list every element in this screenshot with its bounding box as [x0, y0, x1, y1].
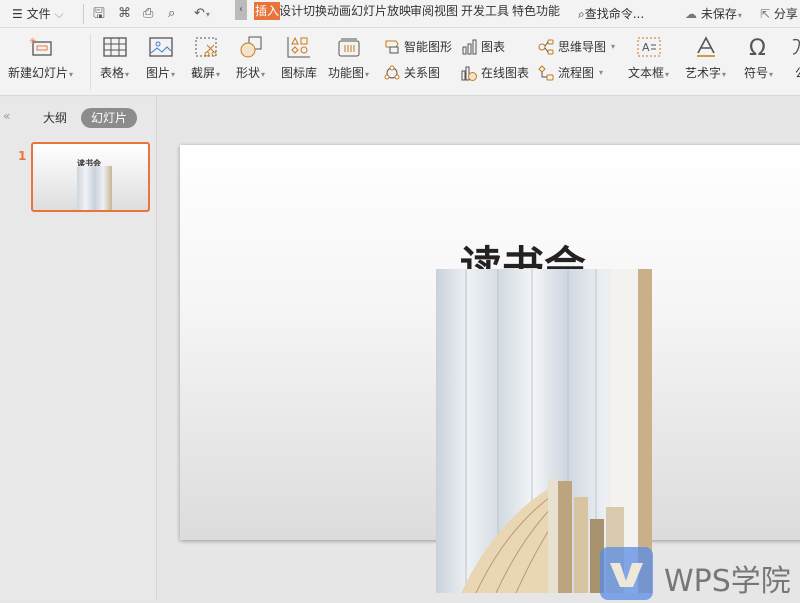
divider: [83, 4, 84, 24]
undo-icon[interactable]: ↶▾: [194, 4, 210, 24]
slide-thumbnail[interactable]: 读书会: [31, 142, 150, 212]
tab-slideshow[interactable]: 幻灯片放映: [351, 2, 411, 20]
tab-features[interactable]: 特色功能: [512, 2, 560, 20]
format-painter-icon[interactable]: ⌘: [118, 4, 131, 24]
tab-view[interactable]: 视图: [434, 2, 458, 20]
svg-text:A: A: [642, 41, 650, 54]
picture-icon: [149, 36, 173, 58]
table-button[interactable]: 表格▾: [100, 36, 129, 81]
function-chart-button[interactable]: 功能图▾: [328, 36, 369, 81]
tab-design[interactable]: 设计: [279, 2, 303, 20]
svg-text:✳: ✳: [29, 37, 37, 47]
chart-button[interactable]: 图表: [461, 38, 505, 55]
table-icon: [103, 36, 127, 58]
shape-icon: [239, 36, 263, 58]
formula-icon: [789, 36, 800, 58]
textbox-button[interactable]: A 文本框▾: [628, 36, 669, 81]
wordart-icon: [694, 36, 718, 58]
divider: [90, 34, 91, 90]
symbol-button[interactable]: Ω 符号▾: [744, 36, 773, 81]
save-status-button[interactable]: ☁ 未保存▾: [685, 4, 742, 24]
print-icon[interactable]: ⎙: [143, 4, 153, 24]
bookshelf-image: [436, 269, 652, 593]
search-icon: ⌕: [578, 7, 585, 21]
relation-icon: [384, 65, 400, 81]
online-chart-icon: [461, 65, 477, 81]
svg-text:Ω: Ω: [749, 36, 766, 58]
smart-art-button[interactable]: 智能图形: [384, 38, 452, 55]
screenshot-button[interactable]: 截屏▾: [191, 36, 220, 81]
smart-art-icon: [384, 39, 400, 55]
slide-number: 1: [18, 149, 26, 163]
wps-logo-icon: [600, 547, 653, 600]
omega-icon: Ω: [747, 36, 771, 58]
share-button[interactable]: ⇱ 分享: [760, 4, 798, 24]
save-icon[interactable]: 🖫: [93, 4, 105, 24]
chevron-down-icon: ⌵: [54, 7, 63, 21]
mindmap-button[interactable]: 思维导图▾: [538, 38, 615, 55]
thumb-picture: [77, 166, 112, 212]
wps-academy-watermark: WPS学院: [600, 547, 800, 600]
online-chart-button[interactable]: 在线图表: [461, 64, 529, 81]
tab-slides[interactable]: 幻灯片: [81, 108, 137, 128]
book-picture[interactable]: [436, 269, 652, 593]
shape-button[interactable]: 形状▾: [236, 36, 265, 81]
file-menu[interactable]: ☰ 文件 ⌵: [12, 4, 64, 24]
formula-button[interactable]: 公: [789, 36, 800, 81]
icon-library-icon: [287, 36, 311, 58]
ribbon: ✳ 新建幻灯片▾ 表格▾ 图片▾ 截屏▾ 形状▾ 图标库 功能图▾ 智能图形 关…: [0, 28, 800, 96]
function-chart-icon: [337, 36, 361, 58]
mindmap-icon: [538, 39, 554, 55]
tab-developer[interactable]: 开发工具: [461, 2, 509, 20]
print-preview-icon[interactable]: ⌕: [168, 4, 175, 24]
icon-library-button[interactable]: 图标库: [281, 36, 317, 81]
cloud-icon: ☁: [685, 7, 697, 21]
picture-button[interactable]: 图片▾: [146, 36, 175, 81]
hamburger-icon: ☰: [12, 7, 23, 21]
watermark-text: WPS学院: [664, 556, 791, 600]
screenshot-icon: [194, 36, 218, 58]
tab-animation[interactable]: 动画: [327, 2, 351, 20]
flowchart-icon: [538, 65, 554, 81]
tabs-scroll-left-button[interactable]: ‹: [235, 0, 247, 20]
new-slide-icon: ✳: [29, 36, 53, 58]
collapse-panel-icon[interactable]: «: [3, 109, 10, 123]
slide-panel: « 大纲 幻灯片 1 读书会: [0, 97, 157, 600]
tab-outline[interactable]: 大纲: [43, 109, 67, 126]
search-commands[interactable]: ⌕查找命令...: [578, 4, 644, 24]
tab-transition[interactable]: 切换: [303, 2, 327, 20]
share-icon: ⇱: [760, 7, 770, 21]
bar-chart-icon: [461, 39, 477, 55]
relation-button[interactable]: 关系图: [384, 64, 440, 81]
tab-review[interactable]: 审阅: [410, 2, 434, 20]
flowchart-button[interactable]: 流程图▾: [538, 64, 603, 81]
title-bar: ☰ 文件 ⌵ 🖫 ⌘ ⎙ ⌕ ↶▾ ‹ 插入 设计 切换 动画 幻灯片放映 审阅…: [0, 0, 800, 28]
new-slide-button[interactable]: ✳ 新建幻灯片▾: [8, 36, 73, 81]
wordart-button[interactable]: 艺术字▾: [685, 36, 726, 81]
tab-insert[interactable]: 插入: [254, 2, 280, 20]
textbox-icon: A: [637, 36, 661, 58]
